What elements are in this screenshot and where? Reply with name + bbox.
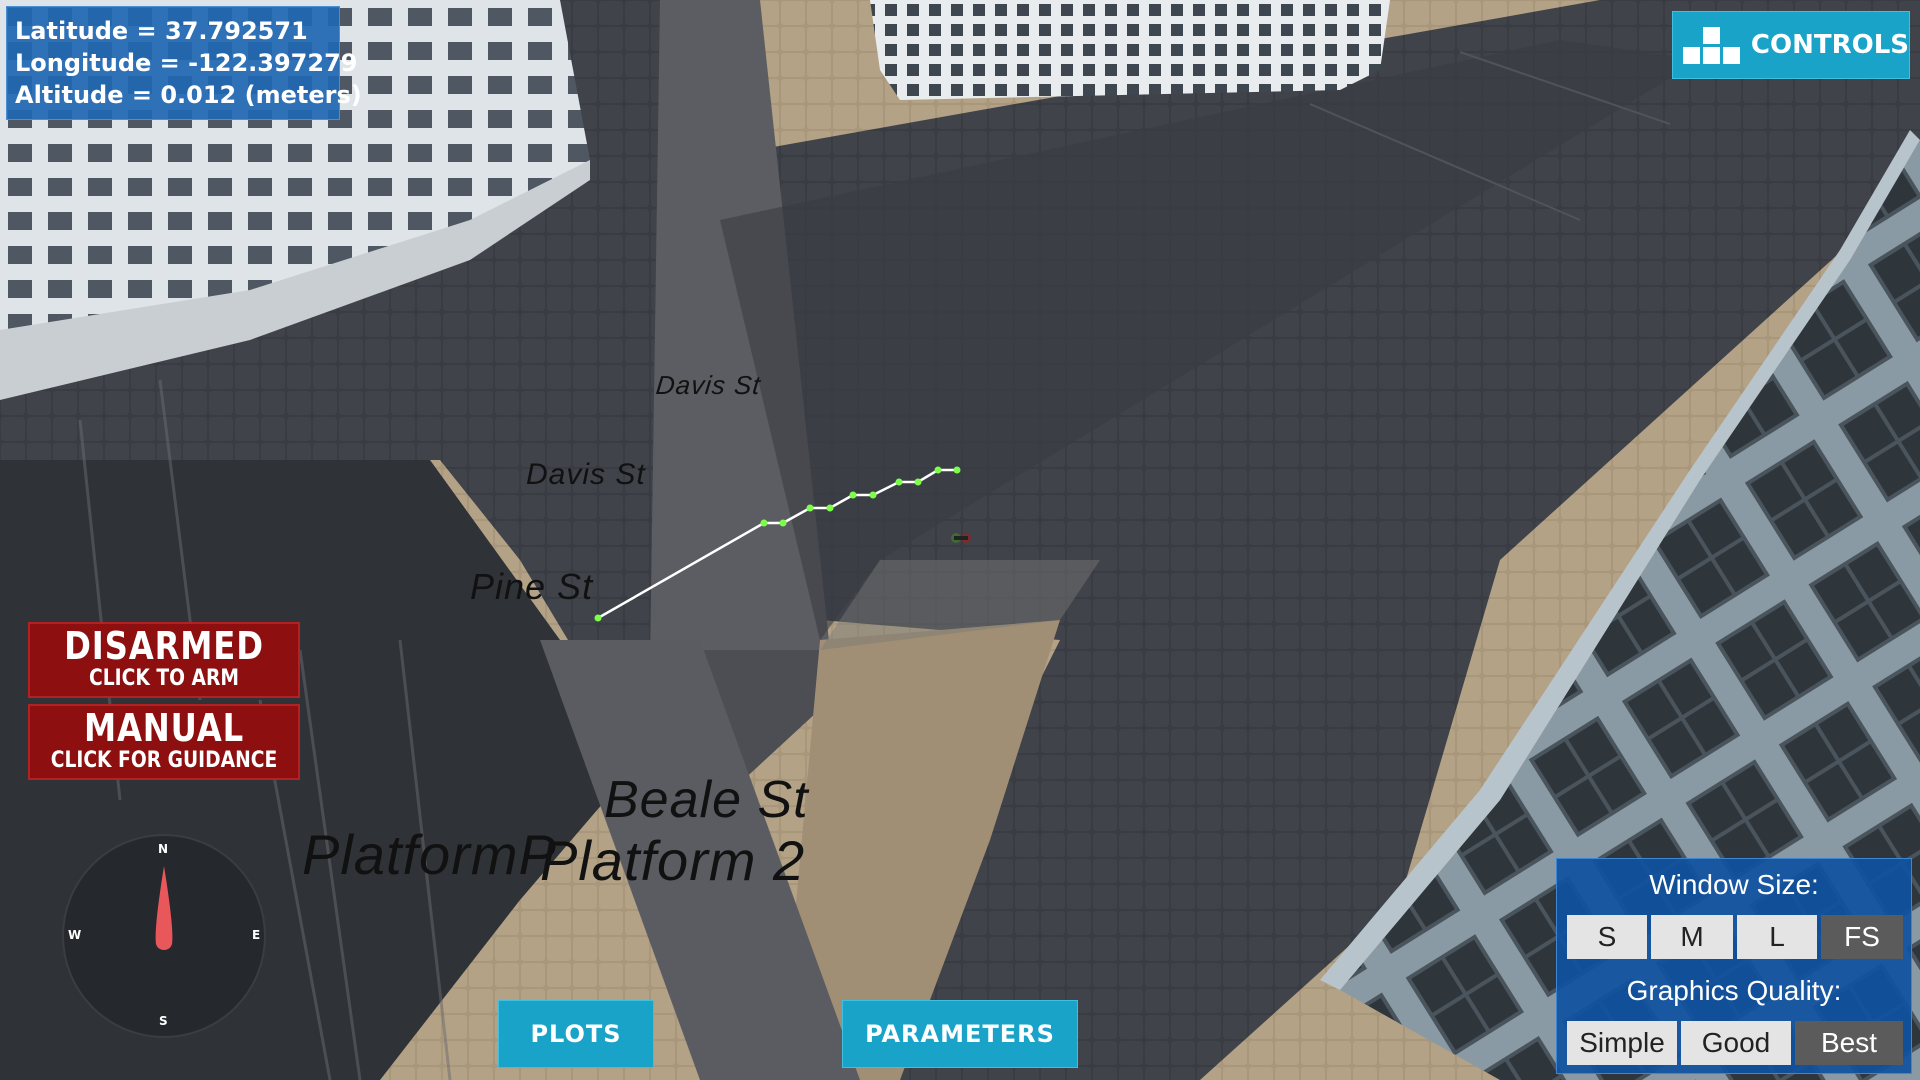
street-label-davis-1: Davis St bbox=[654, 370, 763, 400]
window-size-title: Window Size: bbox=[1649, 869, 1819, 900]
compass-needle-icon bbox=[155, 866, 173, 950]
compass: N S E W bbox=[62, 834, 266, 1038]
keyboard-keys-icon bbox=[1683, 25, 1740, 65]
graphics-good-button[interactable]: Good bbox=[1681, 1021, 1791, 1065]
graphics-simple-button[interactable]: Simple bbox=[1567, 1021, 1677, 1065]
window-size-m-button[interactable]: M bbox=[1651, 915, 1733, 959]
controls-button[interactable]: CONTROLS bbox=[1672, 11, 1910, 79]
street-label-davis-2: Davis St bbox=[526, 458, 646, 491]
street-label-platform-2: Platform 2 bbox=[540, 829, 806, 892]
arm-button[interactable]: DISARMED CLICK TO ARM bbox=[28, 622, 300, 698]
altitude-readout: Altitude = 0.012 (meters) bbox=[15, 81, 362, 109]
arm-status-title: DISARMED bbox=[64, 624, 264, 668]
window-size-fs-button[interactable]: FS bbox=[1821, 915, 1903, 959]
mode-status-title: MANUAL bbox=[83, 706, 245, 750]
plots-button[interactable]: PLOTS bbox=[498, 1000, 654, 1068]
longitude-readout: Longitude = -122.397279 bbox=[15, 49, 358, 77]
window-size-s-button[interactable]: S bbox=[1567, 915, 1647, 959]
latitude-readout: Latitude = 37.792571 bbox=[15, 17, 308, 45]
graphics-quality-title: Graphics Quality: bbox=[1626, 975, 1842, 1006]
street-label-beale: Beale St bbox=[604, 771, 809, 829]
display-settings-panel: Window Size: S M L FS Graphics Quality: … bbox=[1556, 858, 1912, 1074]
mode-status-subtitle: CLICK FOR GUIDANCE bbox=[50, 748, 278, 773]
gps-readout-panel: Latitude = 37.792571 Longitude = -122.39… bbox=[6, 6, 362, 120]
street-label-platform-1: PlatformP bbox=[302, 823, 557, 886]
street-label-pine: Pine St bbox=[470, 566, 594, 607]
parameters-button[interactable]: PARAMETERS bbox=[842, 1000, 1078, 1068]
arm-status-subtitle: CLICK TO ARM bbox=[89, 666, 239, 691]
mode-button[interactable]: MANUAL CLICK FOR GUIDANCE bbox=[28, 704, 300, 780]
graphics-best-button[interactable]: Best bbox=[1795, 1021, 1903, 1065]
window-size-l-button[interactable]: L bbox=[1737, 915, 1817, 959]
controls-label: CONTROLS bbox=[1750, 30, 1909, 60]
